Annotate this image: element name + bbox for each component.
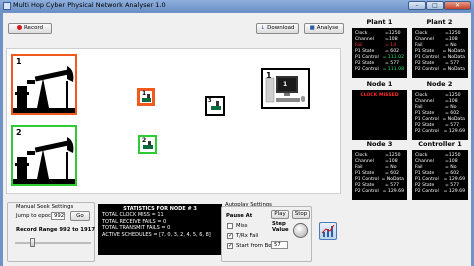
download-icon: ↓	[260, 25, 266, 31]
node-2-title: Node 2	[426, 80, 453, 88]
txrx-fail-label: T/Rx Fail	[236, 233, 259, 239]
go-button[interactable]: Go	[70, 211, 90, 221]
knob-icon[interactable]	[293, 223, 308, 238]
node-3-sensor[interactable]: 3	[205, 96, 225, 116]
title-bar: Multi Hop Cyber Physical Network Analyse…	[0, 0, 474, 12]
record-button[interactable]: Record	[8, 23, 52, 34]
autoplay-group: Pause At Miss T/Rx Fail Start from Begin…	[221, 206, 312, 262]
record-label: Record	[23, 25, 43, 31]
manual-seek-group: Manual Seek Settings Jump to epoch 992 G…	[7, 202, 95, 262]
panel-value: = 129.69	[443, 129, 465, 134]
plant-1-pump[interactable]: 1	[11, 54, 77, 115]
plant-2-panel: Clock =1250 Channel =108 Fail = No P1 State = N…	[412, 28, 468, 78]
plant-2-title: Plant 2	[426, 18, 453, 26]
sensor-board-icon	[142, 94, 151, 102]
epoch-input[interactable]: 992	[51, 212, 65, 220]
controller-1-title: Controller 1	[418, 140, 462, 148]
panel-value: = 129.69	[443, 189, 465, 194]
analyse-label: Analyse	[316, 25, 339, 31]
record-range-label: Record Range 992 to 1917	[16, 227, 96, 233]
node-2-panel: Clock =1250 Channel =108 Fail = No P1 State = 6…	[412, 90, 468, 140]
seek-slider-thumb[interactable]	[29, 238, 35, 247]
statistics-panel: STATISTICS FOR NODE # 3 TOTAL CLOCK MISS…	[98, 204, 222, 255]
panel-value: = NoData	[442, 67, 465, 72]
panel-value: = 129.69	[382, 189, 404, 194]
panel-key: P2 Control	[355, 67, 379, 72]
maximize-button[interactable]: □	[426, 1, 444, 10]
stat-active-schedules: ACTIVE SCHEDULES = [7, 0, 3, 2, 4, 5, 6,…	[102, 231, 211, 238]
seek-slider-track[interactable]	[15, 242, 91, 244]
panel-value: = 111.08	[382, 67, 404, 72]
controller-computer[interactable]: 1 1	[261, 68, 310, 109]
step-value-label: Step Value	[272, 221, 289, 233]
node-3-panel: Clock =1250 Channel =108 Fail = No P1 State = 6…	[352, 150, 407, 200]
panel-key: P2 Control	[415, 129, 439, 134]
txrx-fail-checkbox[interactable]	[227, 232, 233, 239]
analyse-button[interactable]: ■ Analyse	[304, 23, 344, 34]
node-1-sensor[interactable]: 1	[137, 88, 155, 106]
step-value-input[interactable]: 57	[271, 241, 288, 249]
close-button[interactable]: ✕	[444, 1, 471, 10]
chart-icon-glyph	[321, 224, 335, 237]
sensor-board-icon	[143, 141, 153, 149]
plant-1-panel: Clock =1250 Channel =108 Fail = 14 P1 State = 6…	[352, 28, 407, 78]
panel-key: P2 Control	[355, 189, 379, 194]
plant-2-pump[interactable]: 2	[11, 125, 77, 186]
controller-1-panel: Clock =1250 Channel =108 Fail = No P1 State = 6…	[412, 150, 468, 200]
oil-pump-icon	[13, 137, 75, 184]
controller-device-label: 1	[283, 81, 288, 88]
plant-1-title: Plant 1	[366, 18, 393, 26]
analyse-icon: ■	[309, 25, 315, 31]
panel-row: P2 Control = 129.69	[415, 189, 465, 195]
download-label: Download	[267, 25, 295, 31]
miss-label: Miss	[236, 223, 248, 229]
stop-button[interactable]: Stop	[292, 210, 310, 219]
network-canvas: 1 2 1 2 3 1 1	[6, 48, 341, 194]
jump-to-epoch-label: Jump to epoch	[16, 213, 55, 219]
oil-pump-icon	[13, 66, 75, 113]
start-from-begin-checkbox[interactable]	[227, 242, 233, 249]
clock-missed-text: CLOCK MISSED	[360, 93, 399, 98]
node-1-panel: CLOCK MISSED	[352, 90, 407, 140]
panel-row: P2 Control = 111.08	[355, 67, 404, 73]
panel-row: P2 Control = 129.69	[415, 129, 465, 135]
panel-key: P2 Control	[415, 67, 439, 72]
node-2-sensor[interactable]: 2	[138, 135, 157, 154]
client-area: Record ↓ Download ■ Analyse 1 2 1 2 3 1 …	[3, 13, 471, 266]
record-dot-icon	[16, 24, 22, 30]
chart-icon[interactable]	[319, 222, 337, 240]
pause-at-label: Pause At	[226, 213, 253, 219]
manual-seek-title: Manual Seek Settings	[16, 204, 74, 210]
app-icon	[3, 2, 11, 10]
node-3-title: Node 3	[366, 140, 393, 148]
panel-key: P2 Control	[415, 189, 439, 194]
panel-row: P2 Control = NoData	[415, 67, 465, 73]
download-button[interactable]: ↓ Download	[256, 23, 299, 34]
window-title: Multi Hop Cyber Physical Network Analyse…	[13, 1, 166, 9]
computer-icon	[265, 76, 305, 103]
sensor-board-icon	[211, 101, 221, 110]
miss-checkbox[interactable]	[227, 223, 233, 229]
panel-row: P2 Control = 129.69	[355, 189, 404, 195]
minimize-button[interactable]: –	[408, 1, 426, 10]
play-button[interactable]: Play	[271, 210, 289, 219]
node-1-title: Node 1	[366, 80, 393, 88]
